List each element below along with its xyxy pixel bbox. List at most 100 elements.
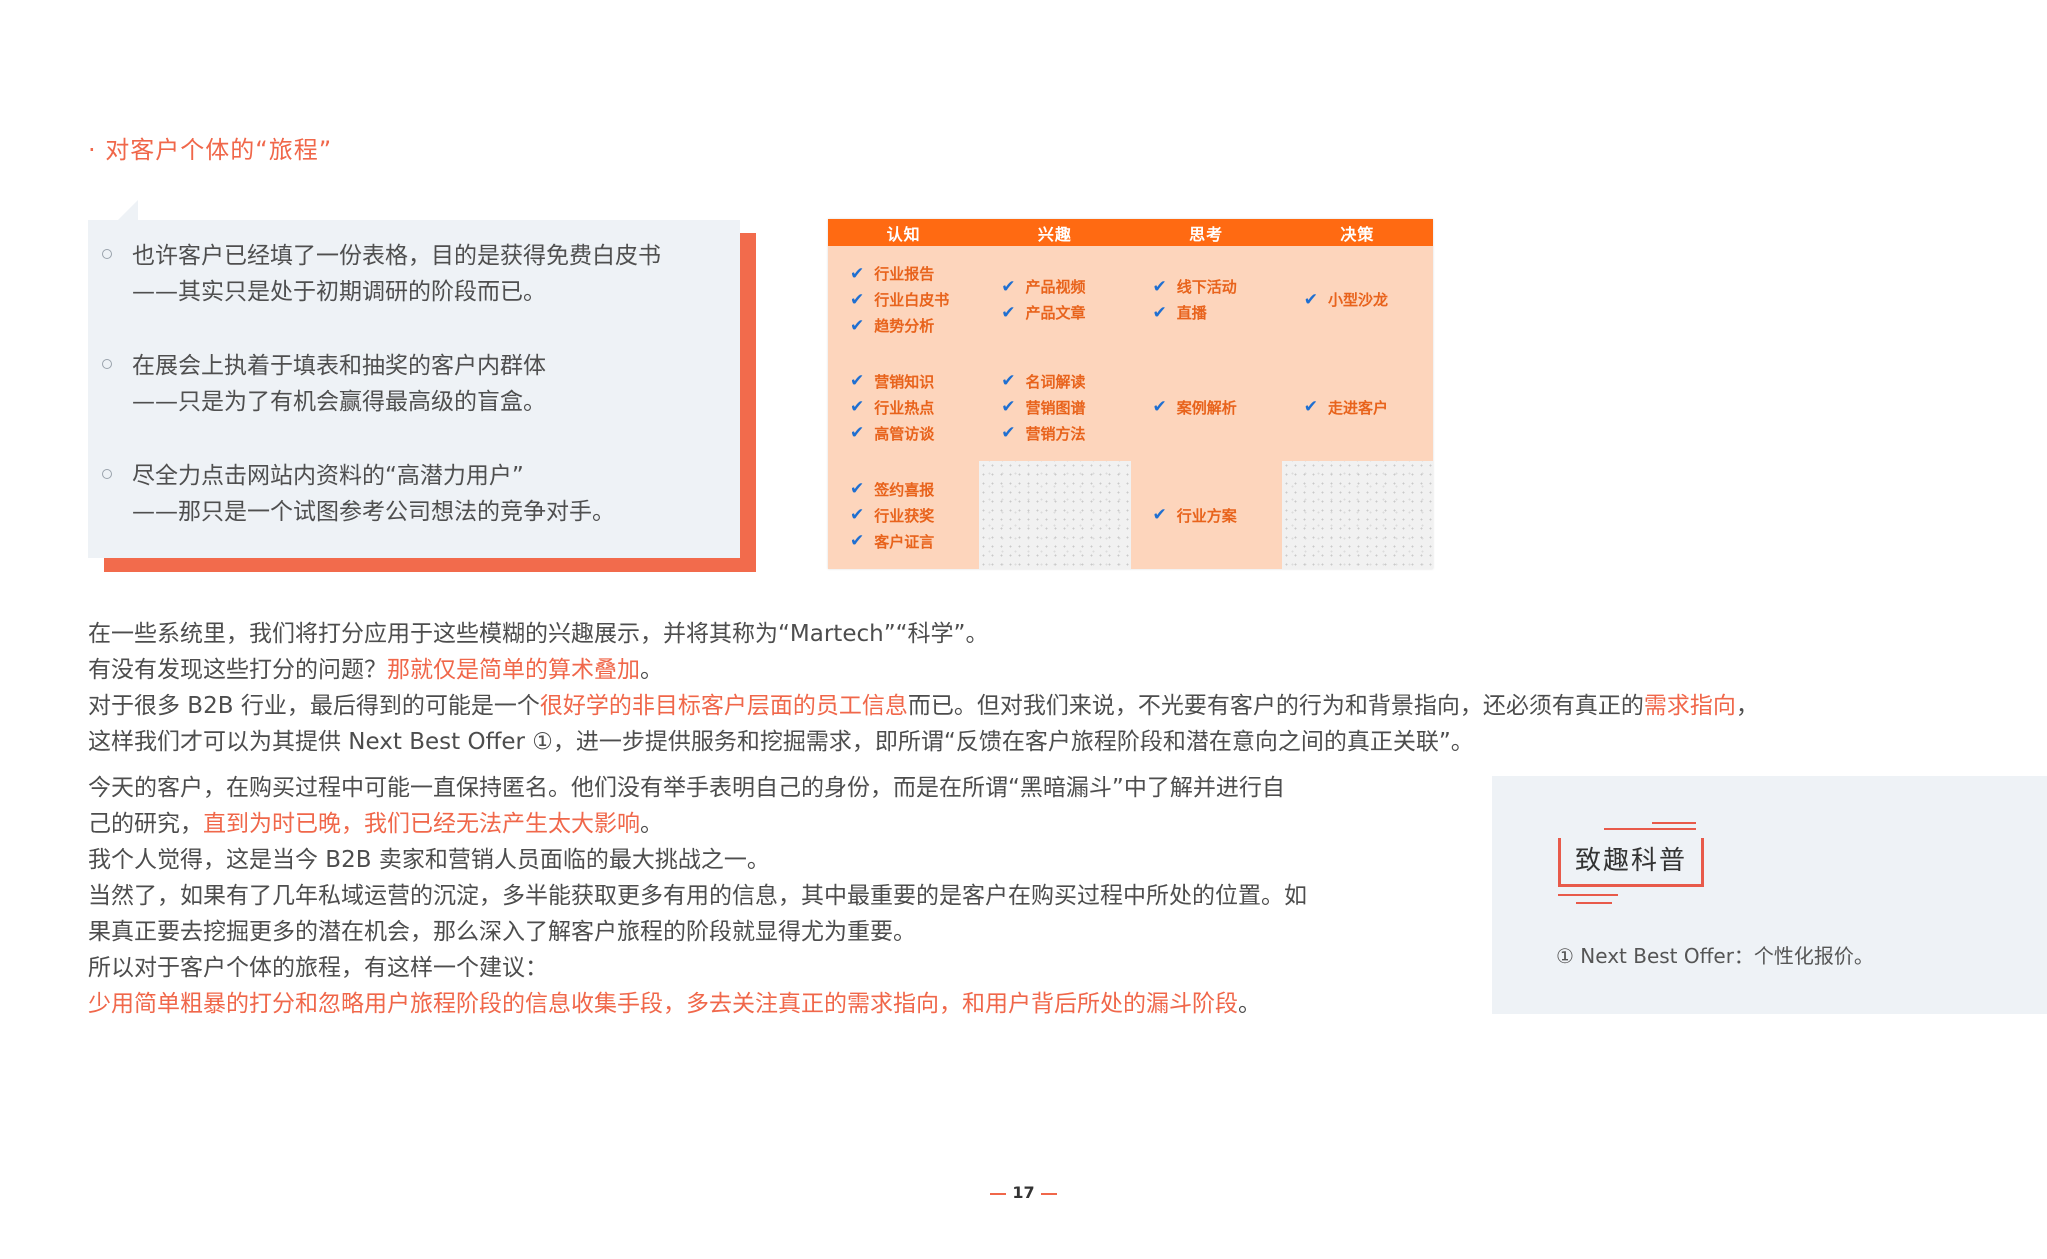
quote-line: 在展会上执着于填表和抽奖的客户内群体 [132,353,546,379]
matrix-item-label: 营销方法 [1025,424,1086,443]
matrix-item-label: 产品文章 [1025,304,1086,323]
check-icon: ✔ [850,397,865,418]
circle-bullet-icon [102,359,112,369]
check-icon: ✔ [1152,505,1167,526]
matrix-item: ✔ 营销图谱 [1001,397,1130,418]
matrix-item-label: 行业白皮书 [874,291,950,310]
check-icon: ✔ [850,479,865,500]
check-icon: ✔ [1152,397,1167,418]
quote-line: 也许客户已经填了一份表格，目的是获得免费白皮书 [132,243,661,269]
text-line: 在一些系统里，我们将打分应用于这些模糊的兴趣展示，并将其称为“Martech”“… [88,621,989,647]
matrix-header: 决策 [1281,219,1433,246]
check-icon: ✔ [850,531,865,552]
highlight-text: 需求指向 [1643,693,1736,719]
text-line: 少用简单粗暴的打分和忽略用户旅程阶段的信息收集手段，多去关注真正的需求指向，和用… [88,991,1261,1017]
matrix-item-label: 趋势分析 [874,317,935,336]
matrix-header: 认知 [828,219,980,246]
matrix-item: ✔ 客户证言 [850,531,979,552]
quote-item: 在展会上执着于填表和抽奖的客户内群体 ——只是为了有机会赢得最高级的盲盒。 [98,348,728,420]
matrix-item-label: 线下活动 [1176,278,1237,297]
matrix-item: ✔ 签约喜报 [850,479,979,500]
matrix-item-label: 行业热点 [874,398,935,417]
matrix-cell: ✔ 小型沙龙 [1281,246,1433,354]
text-line: 我个人觉得，这是当今 B2B 卖家和营销人员面临的最大挑战之一。 [88,847,770,873]
matrix-item: ✔ 线下活动 [1153,276,1282,297]
text-line: 这样我们才可以为其提供 Next Best Offer ①，进一步提供服务和挖掘… [88,729,1474,755]
matrix-cell: ✔ 营销知识 ✔ 行业热点 ✔ 高管访谈 [828,353,980,462]
decor-line [1604,828,1696,830]
matrix-item: ✔ 行业白皮书 [850,289,979,310]
matrix-cell [979,461,1131,569]
matrix-cell: ✔ 行业方案 [1130,461,1282,569]
matrix-cell: ✔ 行业报告 ✔ 行业白皮书 ✔ 趋势分析 [828,246,980,354]
matrix-item: ✔ 案例解析 [1153,397,1282,418]
decor-line [1652,822,1696,824]
matrix-item-label: 名词解读 [1025,372,1086,391]
highlight-text: 直到为时已晚，我们已经无法产生太大影响 [203,811,640,837]
check-icon: ✔ [1001,423,1016,444]
matrix-item: ✔ 走进客户 [1304,397,1433,418]
text-line: 对于很多 B2B 行业，最后得到的可能是一个很好学的非目标客户层面的员工信息而已… [88,693,1759,719]
check-icon: ✔ [850,423,865,444]
matrix-item: ✔ 直播 [1153,302,1282,323]
side-note: 致趣科普 ① Next Best Offer：个性化报价。 [1492,776,2047,1014]
matrix-cell: ✔ 走进客户 [1281,353,1433,462]
highlight-text: 少用简单粗暴的打分和忽略用户旅程阶段的信息收集手段，多去关注真正的需求指向，和用… [88,991,1238,1017]
section-title: · 对客户个体的“旅程” [88,136,333,164]
matrix-cell: ✔ 产品视频 ✔ 产品文章 [979,246,1131,354]
matrix-item-label: 产品视频 [1025,278,1086,297]
decor-line [1558,894,1618,896]
matrix-item: ✔ 行业热点 [850,397,979,418]
check-icon: ✔ [850,289,865,310]
highlight-text: 那就仅是简单的算术叠加 [387,657,640,683]
check-icon: ✔ [1152,276,1167,297]
matrix-header: 思考 [1130,219,1282,246]
quote-line: ——只是为了有机会赢得最高级的盲盒。 [132,389,546,415]
quote-line: 尽全力点击网站内资料的“高潜力用户” [132,463,524,489]
quote-item: 尽全力点击网站内资料的“高潜力用户” ——那只是一个试图参考公司想法的竞争对手。 [98,458,728,530]
matrix-cell: ✔ 线下活动 ✔ 直播 [1130,246,1282,354]
text-line: 己的研究，直到为时已晚，我们已经无法产生太大影响。 [88,811,663,837]
text-line: 今天的客户，在购买过程中可能一直保持匿名。他们没有举手表明自己的身份，而是在所谓… [88,775,1285,801]
matrix-item: ✔ 行业方案 [1153,505,1282,526]
check-icon: ✔ [850,315,865,336]
text-line: 当然了，如果有了几年私域运营的沉淀，多半能获取更多有用的信息，其中最重要的是客户… [88,883,1307,909]
quote-item: 也许客户已经填了一份表格，目的是获得免费白皮书 ——其实只是处于初期调研的阶段而… [98,238,728,310]
quote-list: 也许客户已经填了一份表格，目的是获得免费白皮书 ——其实只是处于初期调研的阶段而… [98,238,728,568]
matrix-item: ✔ 营销知识 [850,371,979,392]
check-icon: ✔ [850,371,865,392]
text-line: 所以对于客户个体的旅程，有这样一个建议： [88,955,548,981]
check-icon: ✔ [1152,302,1167,323]
matrix-item: ✔ 营销方法 [1001,423,1130,444]
check-icon: ✔ [1001,371,1016,392]
quote-line: ——那只是一个试图参考公司想法的竞争对手。 [132,499,615,525]
check-icon: ✔ [1001,302,1016,323]
note-text: ① Next Best Offer：个性化报价。 [1556,944,1874,968]
matrix-item-label: 营销知识 [874,372,935,391]
paragraph-scoring: 在一些系统里，我们将打分应用于这些模糊的兴趣展示，并将其称为“Martech”“… [88,616,1759,760]
check-icon: ✔ [850,263,865,284]
journey-matrix: 认知 兴趣 思考 决策 ✔ 行业报告 ✔ 行业白皮书 ✔ 趋势分析 ✔ 产品视频 ✔ 产品文章 ✔ 线下活动 ✔… [828,219,1433,569]
text-line: 有没有发现这些打分的问题？那就仅是简单的算术叠加。 [88,657,663,683]
matrix-item: ✔ 产品文章 [1001,302,1130,323]
matrix-cell: ✔ 签约喜报 ✔ 行业获奖 ✔ 客户证言 [828,461,980,569]
matrix-cell: ✔ 名词解读 ✔ 营销图谱 ✔ 营销方法 [979,353,1131,462]
matrix-item: ✔ 名词解读 [1001,371,1130,392]
matrix-item-label: 案例解析 [1176,398,1237,417]
matrix-item-label: 行业报告 [874,265,935,284]
matrix-item: ✔ 行业报告 [850,263,979,284]
circle-bullet-icon [102,469,112,479]
matrix-cell [1282,461,1433,569]
matrix-item: ✔ 趋势分析 [850,315,979,336]
matrix-item: ✔ 行业获奖 [850,505,979,526]
note-title: 致趣科普 [1558,838,1705,887]
quote-line: ——其实只是处于初期调研的阶段而已。 [132,279,546,305]
highlight-text: 很好学的非目标客户层面的员工信息 [539,693,908,719]
matrix-item-label: 营销图谱 [1025,398,1086,417]
matrix-item-label: 行业方案 [1176,506,1237,525]
matrix-item: ✔ 产品视频 [1001,276,1130,297]
matrix-header: 兴趣 [979,219,1131,246]
matrix-item-label: 小型沙龙 [1328,291,1389,310]
matrix-item-label: 高管访谈 [874,424,935,443]
text-line: 果真正要去挖掘更多的潜在机会，那么深入了解客户旅程的阶段就显得尤为重要。 [88,919,916,945]
